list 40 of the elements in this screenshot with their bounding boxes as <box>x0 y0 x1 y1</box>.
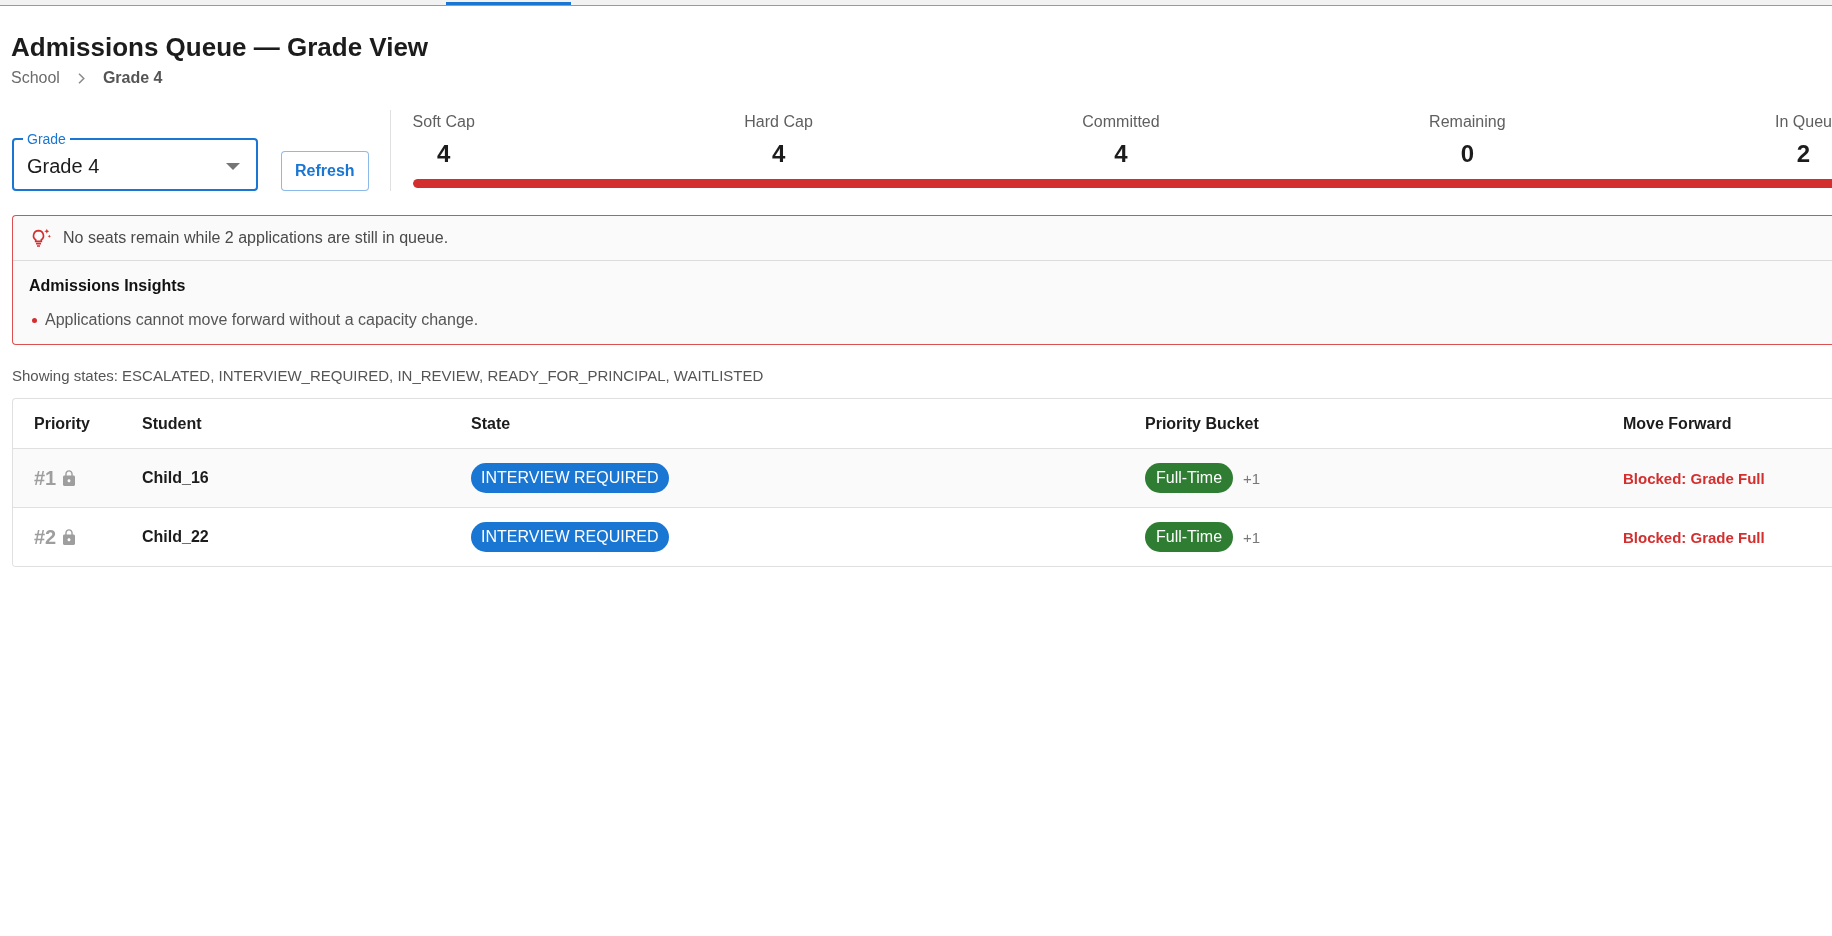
metric-value: 4 <box>1114 140 1128 168</box>
metric-value: 0 <box>1460 140 1474 168</box>
column-header: Student <box>142 414 202 433</box>
priority-rank: #2 <box>34 525 57 549</box>
insights-title: Admissions Insights <box>29 276 187 296</box>
breadcrumb-current: Grade 4 <box>102 69 163 87</box>
grade-select[interactable]: Grade Grade 4 <box>12 131 258 191</box>
column-header: State <box>471 414 511 433</box>
alert-message: No seats remain while 2 applications are still in queue. <box>63 229 449 247</box>
column-header: Priority Bucket <box>1145 414 1259 433</box>
metric-label: In Queu <box>1775 112 1832 132</box>
refresh-button[interactable]: Refresh <box>281 151 369 191</box>
state-chip: INTERVIEW REQUIRED <box>471 463 669 493</box>
state-chip: INTERVIEW REQUIRED <box>471 522 669 552</box>
priority-rank: #1 <box>34 466 57 490</box>
bucket-chip: Full-Time <box>1145 522 1234 552</box>
more-count: +1 <box>1243 469 1261 487</box>
lightbulb-icon <box>31 228 51 248</box>
filter-summary: Showing states: ESCALATED, INTERVIEW_REQUIRED, IN_REVIEW, READY_FOR_PRINCIPAL, WAITLISTED <box>12 366 765 386</box>
blocked-status: Blocked: Grade Full <box>1623 528 1765 546</box>
more-count: +1 <box>1243 528 1261 546</box>
breadcrumb-link[interactable]: School <box>11 69 60 87</box>
page-title: Admissions Queue — Grade View <box>11 31 430 63</box>
bullet-icon <box>32 317 37 323</box>
student-name: Child_22 <box>142 528 209 546</box>
metric-value: 2 <box>1796 140 1811 168</box>
column-header: Priority <box>34 414 90 433</box>
metric-label: Hard Cap <box>744 112 813 132</box>
column-header: Move Forward <box>1623 414 1732 433</box>
metric-label: Remaining <box>1429 112 1506 132</box>
metric-label: Committed <box>1082 112 1160 132</box>
metric-label: Soft Cap <box>412 112 475 132</box>
insight-text: Applications cannot move forward without a capacity change. <box>45 310 479 330</box>
metric-value: 4 <box>437 140 451 168</box>
chevron-right-icon <box>77 72 85 84</box>
blocked-status: Blocked: Grade Full <box>1623 469 1765 487</box>
metric-value: 4 <box>771 140 786 168</box>
bucket-chip: Full-Time <box>1145 463 1234 493</box>
student-name: Child_16 <box>142 469 209 487</box>
caret-icon <box>226 162 240 170</box>
